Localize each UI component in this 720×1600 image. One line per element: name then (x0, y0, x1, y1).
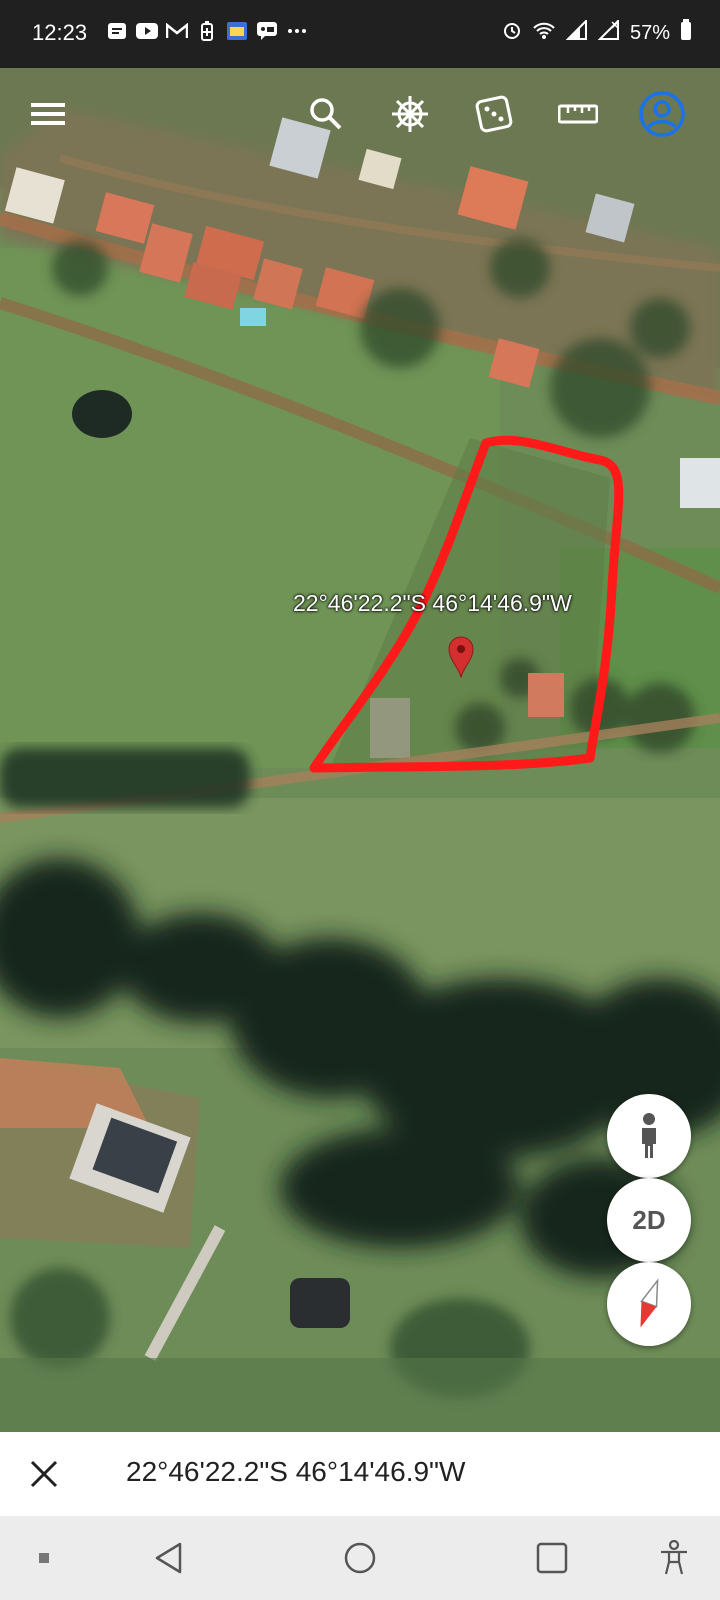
compass-icon (640, 1278, 659, 1328)
youtube-icon (136, 21, 158, 41)
account-icon[interactable] (636, 88, 688, 140)
more-dots-icon (286, 21, 308, 41)
close-icon[interactable] (24, 1454, 64, 1494)
square-dot-icon[interactable] (22, 1536, 66, 1580)
coordinates-text: 22°46'22.2"S 46°14'46.9"W (126, 1456, 466, 1487)
location-pin-icon[interactable] (448, 636, 474, 683)
coordinate-sheet: 22°46'22.2"S 46°14'46.9"W (0, 1432, 720, 1516)
ruler-icon[interactable] (552, 88, 604, 140)
map-coordinate-label: 22°46'22.2"S 46°14'46.9"W (293, 590, 572, 616)
map-toolbar (0, 68, 720, 164)
dice-icon[interactable] (468, 88, 520, 140)
chat-icon (256, 21, 278, 41)
notification-icons (106, 21, 308, 41)
person-icon (642, 1113, 656, 1158)
system-nav-bar (0, 1516, 720, 1600)
app-icon (226, 21, 248, 41)
battery-saver-icon (196, 21, 218, 41)
recents-icon[interactable] (530, 1536, 574, 1580)
notes-icon (106, 21, 128, 41)
view-mode-button[interactable]: 2D (607, 1178, 691, 1262)
signal-icon-2 (597, 18, 620, 46)
back-icon[interactable] (146, 1536, 190, 1580)
battery-percent: 57% (629, 21, 670, 44)
battery-icon (680, 19, 692, 47)
home-icon[interactable] (338, 1536, 382, 1580)
status-right: 57% (502, 18, 692, 47)
gmail-icon (166, 21, 188, 41)
search-icon[interactable] (300, 88, 352, 140)
signal-icon (565, 18, 588, 46)
status-bar: 12:23 57% (0, 0, 720, 68)
compass-button[interactable] (607, 1262, 691, 1346)
status-time: 12:23 (32, 20, 88, 45)
voyager-wheel-icon[interactable] (384, 88, 436, 140)
view-mode-label: 2D (632, 1204, 666, 1235)
accessibility-icon[interactable] (652, 1536, 696, 1580)
street-view-button[interactable] (607, 1094, 691, 1178)
menu-icon[interactable] (22, 88, 74, 140)
alarm-icon (502, 20, 522, 46)
wifi-icon (532, 20, 556, 46)
